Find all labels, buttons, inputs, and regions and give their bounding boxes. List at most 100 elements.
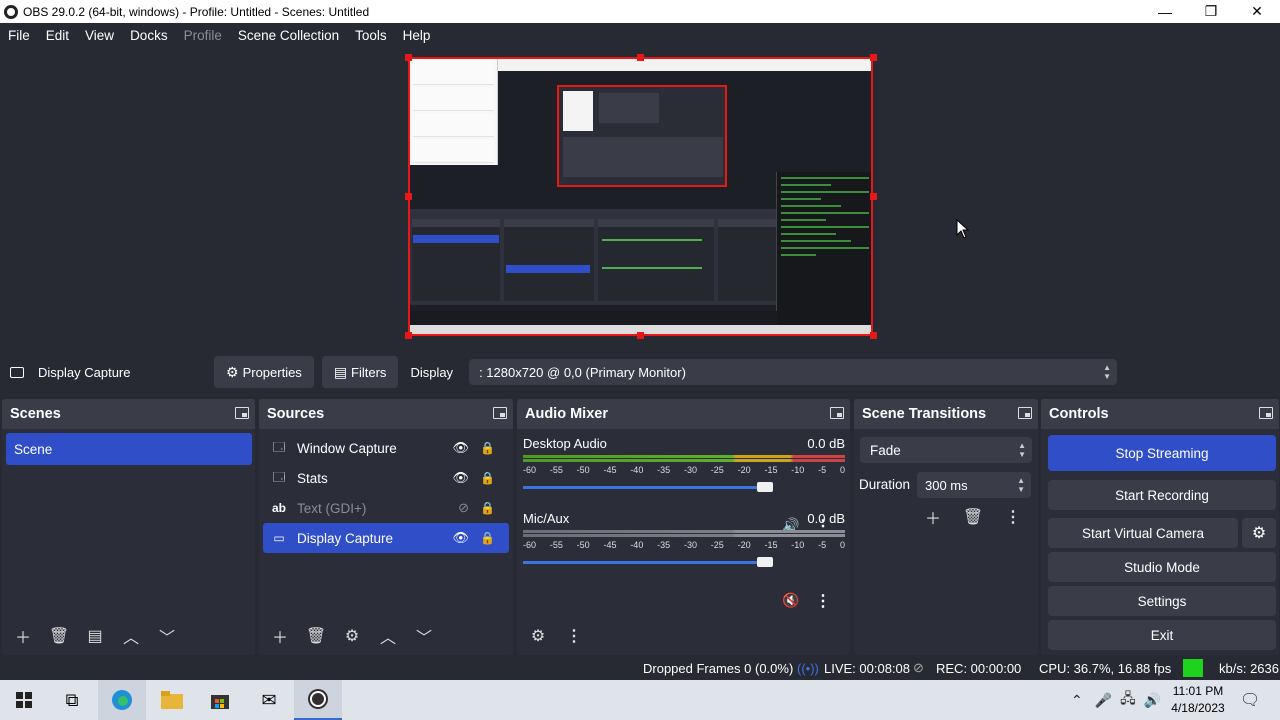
clock-time: 11:01 PM: [1172, 684, 1224, 698]
cpu-fps: CPU: 36.7%, 16.88 fps: [1039, 660, 1172, 676]
scene-item[interactable]: Scene: [6, 433, 252, 465]
transition-menu-button[interactable]: ⋮: [998, 504, 1028, 530]
obs-taskbar-icon[interactable]: [294, 680, 342, 720]
volume-meter: [523, 529, 845, 539]
settings-button[interactable]: Settings: [1048, 586, 1276, 616]
source-item-stats[interactable]: 🗔 Stats 👁 🔒: [263, 463, 509, 493]
resize-handle-tr[interactable]: [870, 54, 877, 61]
menu-view[interactable]: View: [77, 28, 122, 43]
menu-help[interactable]: Help: [395, 28, 439, 43]
stop-streaming-button[interactable]: Stop Streaming: [1048, 435, 1276, 471]
mail-icon[interactable]: ✉: [245, 680, 293, 720]
transition-select[interactable]: Fade ▲ ▼: [860, 437, 1032, 463]
menu-docks[interactable]: Docks: [122, 28, 176, 43]
file-explorer-icon[interactable]: [148, 680, 196, 720]
task-view-icon[interactable]: ⧉: [48, 680, 96, 720]
notification-center-icon[interactable]: 🗨: [1240, 680, 1260, 720]
remove-transition-button[interactable]: 🗑: [958, 504, 988, 530]
menu-scene-collection[interactable]: Scene Collection: [230, 28, 347, 43]
windows-start-icon[interactable]: [0, 680, 48, 720]
scene-filters-button[interactable]: ▤: [80, 623, 110, 649]
start-virtual-camera-label: Start Virtual Camera: [1081, 525, 1205, 541]
microphone-icon[interactable]: 🎤: [1095, 692, 1112, 709]
scale-tick: -50: [576, 465, 590, 475]
preview-canvas[interactable]: [408, 57, 873, 336]
lock-icon[interactable]: 🔒: [480, 441, 495, 455]
scenes-title: Scenes: [10, 406, 61, 422]
resize-handle-mr[interactable]: [870, 193, 877, 200]
scale-tick: -25: [710, 540, 724, 550]
add-scene-button[interactable]: ＋: [8, 623, 38, 649]
start-recording-button[interactable]: Start Recording: [1048, 480, 1276, 510]
exit-button[interactable]: Exit: [1048, 620, 1276, 650]
move-scene-up-button[interactable]: ︿: [116, 623, 146, 649]
lock-icon[interactable]: 🔒: [480, 501, 495, 515]
show-hidden-icons-icon[interactable]: ⌃: [1071, 692, 1083, 709]
display-select[interactable]: : 1280x720 @ 0,0 (Primary Monitor) ▲ ▼: [469, 359, 1118, 385]
resize-handle-tm[interactable]: [637, 54, 644, 61]
edge-browser-icon[interactable]: [98, 680, 146, 720]
resize-handle-br[interactable]: [870, 332, 877, 339]
resize-handle-bl[interactable]: [405, 332, 412, 339]
start-virtual-camera-button[interactable]: Start Virtual Camera: [1048, 518, 1238, 548]
status-bar: Dropped Frames 0 (0.0%) ((•)) LIVE: 00:0…: [0, 657, 1280, 679]
close-button[interactable]: ✕: [1234, 0, 1280, 23]
eye-icon[interactable]: 👁: [452, 440, 469, 456]
remove-source-button[interactable]: 🗑: [301, 623, 331, 649]
move-scene-down-button[interactable]: ﹀: [152, 623, 182, 649]
menu-profile[interactable]: Profile: [176, 28, 230, 43]
volume-icon[interactable]: 🔊: [1144, 692, 1161, 709]
add-transition-button[interactable]: ＋: [918, 504, 948, 530]
sources-title: Sources: [267, 406, 325, 422]
lock-icon[interactable]: 🔒: [480, 471, 495, 485]
controls-dock: Controls Stop Streaming Start Recording …: [1041, 399, 1279, 655]
menu-bar: File Edit View Docks Profile Scene Colle…: [0, 23, 1280, 47]
scale-tick: -5: [818, 465, 827, 475]
resize-handle-ml[interactable]: [405, 193, 412, 200]
mixer-menu-button[interactable]: ⋮: [559, 623, 589, 649]
properties-button[interactable]: ⚙ Properties: [214, 356, 314, 388]
taskbar-clock[interactable]: 11:01 PM 4/18/2023: [1160, 683, 1236, 717]
resize-handle-tl[interactable]: [405, 54, 412, 61]
volume-slider[interactable]: [523, 554, 773, 570]
undock-icon[interactable]: [1259, 407, 1273, 419]
move-source-up-button[interactable]: ︿: [373, 623, 403, 649]
meter-scale: -60 -55 -50 -45 -40 -35 -30 -25 -20 -15 …: [523, 465, 845, 475]
source-item-text[interactable]: ab Text (GDI+) ⊘ 🔒: [263, 493, 509, 523]
advanced-audio-settings-button[interactable]: ⚙: [523, 623, 553, 649]
source-item-window-capture[interactable]: 🗔 Window Capture 👁 🔒: [263, 433, 509, 463]
virtual-camera-settings-button[interactable]: ⚙: [1242, 518, 1276, 548]
filters-button[interactable]: ▤ Filters: [321, 356, 399, 388]
system-tray: ⌃ 🎤 🖧 🔊: [1071, 680, 1161, 720]
minimize-button[interactable]: —: [1142, 0, 1188, 23]
eye-icon[interactable]: 👁: [452, 470, 469, 486]
menu-file[interactable]: File: [0, 28, 38, 43]
menu-tools[interactable]: Tools: [347, 28, 395, 43]
spinbox-arrows-icon[interactable]: ▲ ▼: [1017, 476, 1025, 494]
duration-input[interactable]: 300 ms ▲ ▼: [917, 472, 1031, 498]
menu-edit[interactable]: Edit: [38, 28, 77, 43]
volume-meter: [523, 454, 845, 464]
lock-icon[interactable]: 🔒: [480, 531, 495, 545]
volume-slider[interactable]: [523, 479, 773, 495]
undock-icon[interactable]: [830, 407, 844, 419]
speaker-muted-icon[interactable]: 🔇: [782, 592, 799, 609]
eye-hidden-icon[interactable]: ⊘: [458, 500, 469, 516]
source-item-display-capture[interactable]: ▭ Display Capture 👁 🔒: [263, 523, 509, 553]
studio-mode-button[interactable]: Studio Mode: [1048, 552, 1276, 582]
channel-menu-button[interactable]: ⋮: [813, 591, 833, 611]
eye-icon[interactable]: 👁: [452, 530, 469, 546]
remove-scene-button[interactable]: 🗑: [44, 623, 74, 649]
resize-handle-bm[interactable]: [637, 332, 644, 339]
move-source-down-button[interactable]: ﹀: [409, 623, 439, 649]
undock-icon[interactable]: [1018, 407, 1032, 419]
sources-dock: Sources 🗔 Window Capture 👁 🔒 🗔 Stats 👁 🔒…: [259, 399, 513, 655]
network-icon[interactable]: 🖧: [1120, 688, 1136, 712]
preview-area[interactable]: [0, 47, 1280, 350]
microsoft-store-icon[interactable]: [196, 680, 244, 720]
add-source-button[interactable]: ＋: [265, 623, 295, 649]
maximize-button[interactable]: ❐: [1188, 0, 1234, 23]
undock-icon[interactable]: [493, 407, 507, 419]
undock-icon[interactable]: [235, 407, 249, 419]
source-properties-button[interactable]: ⚙: [337, 623, 367, 649]
